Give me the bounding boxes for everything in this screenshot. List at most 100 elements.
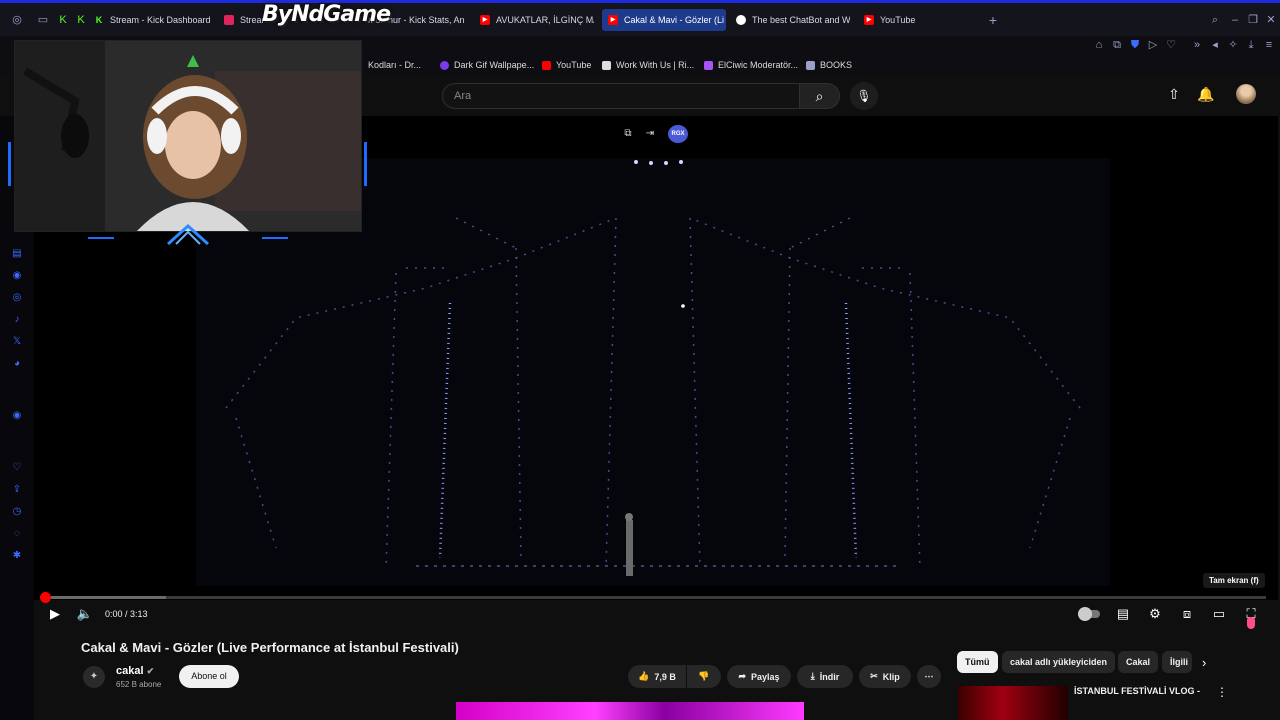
clip-label: Klip bbox=[882, 671, 900, 682]
kick-pinned-icon-2[interactable]: K bbox=[74, 13, 88, 27]
subscriber-count: 652 B abone bbox=[116, 680, 162, 689]
search-input[interactable]: Ara bbox=[442, 83, 800, 109]
more-actions-button[interactable]: ⋯ bbox=[917, 665, 941, 688]
tab-cakal-mavi[interactable]: ▶ Cakal & Mavi - Gözler (Li bbox=[602, 9, 726, 31]
extensions-icon[interactable]: ✧ bbox=[1226, 38, 1240, 52]
bookmark-dark-gif[interactable]: Dark Gif Wallpape... bbox=[440, 60, 534, 70]
bookmark-icon[interactable]: ⌂ bbox=[1092, 38, 1106, 52]
verified-icon: ✔ bbox=[146, 666, 155, 676]
bookmark-label: Kodları - Dr... bbox=[368, 60, 422, 70]
moderator-icon bbox=[704, 60, 713, 70]
miniplayer-button[interactable]: ⧈ bbox=[1178, 606, 1196, 622]
play-button[interactable]: ▶ bbox=[46, 606, 64, 622]
autoplay-knob bbox=[1078, 607, 1092, 621]
tab-chatbot[interactable]: The best ChatBot and W bbox=[736, 9, 850, 31]
bookmark-label: ElCiwic Moderatör... bbox=[718, 60, 799, 70]
dislike-button[interactable]: 👎 bbox=[687, 665, 721, 688]
kick-icon: K bbox=[95, 15, 103, 25]
search-button[interactable]: ⌕ bbox=[800, 83, 840, 109]
frame-accent-left bbox=[8, 142, 11, 186]
more-vertical-icon[interactable]: ⋮ bbox=[1216, 685, 1228, 699]
enter-overlay-icon[interactable]: ⇥ bbox=[642, 126, 658, 142]
minimize-icon[interactable]: – bbox=[1228, 13, 1242, 27]
bookmark-elciwic[interactable]: ElCiwic Moderatör... bbox=[704, 60, 798, 70]
share-label: Paylaş bbox=[751, 671, 780, 682]
share-icon: ⇪ bbox=[12, 484, 22, 495]
workspace-icon[interactable]: ▭ bbox=[36, 13, 50, 27]
tab-label: Stream bbox=[240, 15, 264, 25]
bookmark-work-with-us[interactable]: Work With Us | Ri... bbox=[602, 60, 694, 70]
bookmark-youtube[interactable]: YouTube bbox=[542, 60, 591, 70]
bookmark-books[interactable]: BOOKS bbox=[806, 60, 852, 70]
clip-button[interactable]: ✂ Klip bbox=[859, 665, 911, 688]
chip-related[interactable]: İlgili bbox=[1162, 651, 1192, 673]
subtitles-button[interactable]: ▤ bbox=[1114, 606, 1132, 622]
share-button[interactable]: ➦ Paylaş bbox=[727, 665, 791, 688]
rgx-badge[interactable]: RGX bbox=[668, 125, 688, 143]
recommended-thumbnail[interactable] bbox=[958, 686, 1068, 720]
tab-youtube[interactable]: ▶ YouTube bbox=[864, 9, 924, 31]
close-icon[interactable]: ✕ bbox=[1264, 13, 1278, 27]
progress-scrubber[interactable] bbox=[40, 592, 51, 603]
video-title: Cakal & Mavi - Gözler (Live Performance … bbox=[81, 640, 459, 655]
youtube-icon: ▶ bbox=[480, 15, 490, 25]
chip-all[interactable]: Tümü bbox=[957, 651, 998, 673]
screenshot-icon[interactable]: ⧉ bbox=[1110, 38, 1124, 52]
download-icon[interactable]: ⤓ bbox=[1244, 38, 1258, 52]
autoplay-toggle[interactable] bbox=[1078, 606, 1100, 622]
webcam-overlay bbox=[14, 40, 362, 232]
bookmark-kodlari[interactable]: Kodları - Dr... bbox=[368, 60, 421, 70]
chat-icon: ◌ bbox=[14, 528, 20, 539]
voice-search-button[interactable]: 🎙 bbox=[850, 82, 878, 110]
volume-button[interactable]: 🔈 bbox=[76, 606, 94, 622]
chip-cakal[interactable]: Cakal bbox=[1118, 651, 1159, 673]
maximize-icon[interactable]: ❐ bbox=[1246, 13, 1260, 27]
webcam-frame-decoration bbox=[88, 223, 288, 246]
notifications-bell-icon[interactable]: 🔔 bbox=[1196, 86, 1216, 103]
tab-avukatlar[interactable]: ▶ AVUKATLAR, İLGİNÇ MA bbox=[480, 9, 594, 31]
kick-pinned-icon[interactable]: K bbox=[56, 13, 70, 27]
like-button[interactable]: 👍 7,9 B bbox=[628, 665, 686, 688]
menu-icon[interactable]: ≡ bbox=[1262, 38, 1276, 52]
tab-stream[interactable]: Stream bbox=[224, 9, 264, 31]
volume-icon: 🔈 bbox=[76, 606, 94, 621]
search-tabs-icon[interactable]: ⌕ bbox=[1208, 13, 1222, 27]
books-icon bbox=[806, 60, 815, 70]
forward-icon[interactable]: » bbox=[1190, 38, 1204, 52]
avatar[interactable] bbox=[1236, 84, 1256, 104]
like-count: 7,9 B bbox=[654, 671, 676, 682]
chatbot-icon bbox=[736, 15, 746, 25]
volume-extension-icon[interactable]: ◂ bbox=[1208, 38, 1222, 52]
recommended-video-title[interactable]: İSTANBUL FESTİVALİ VLOG - bbox=[1074, 686, 1200, 696]
subscribe-button[interactable]: Abone ol bbox=[179, 665, 239, 688]
twitch-icon: ▤ bbox=[12, 248, 22, 259]
play-extension-icon[interactable]: ▷ bbox=[1146, 38, 1160, 52]
tiktok-icon: ♪ bbox=[14, 314, 20, 325]
tab-kick-dashboard[interactable]: K Stream - Kick Dashboard bbox=[94, 9, 216, 31]
upload-icon[interactable]: ⇧ bbox=[1164, 86, 1184, 103]
settings-icon: ✱ bbox=[12, 550, 22, 561]
copy-overlay-icon[interactable]: ⧉ bbox=[620, 126, 636, 142]
bookmark-label: Work With Us | Ri... bbox=[616, 60, 695, 70]
x-icon: 𝕏 bbox=[12, 336, 22, 347]
tab-label: YouTube bbox=[880, 15, 916, 25]
chevron-right-icon[interactable]: › bbox=[1202, 655, 1206, 670]
chip-from-uploader[interactable]: cakal adlı yükleyiciden bbox=[1002, 651, 1116, 673]
settings-button[interactable]: ⚙ bbox=[1146, 606, 1164, 622]
new-tab-button[interactable]: + bbox=[986, 13, 1000, 27]
stream-icon bbox=[224, 15, 234, 25]
browser-menu-icon[interactable]: ◎ bbox=[10, 13, 24, 27]
progress-bar[interactable] bbox=[40, 592, 1266, 603]
microphone-icon: 🎙 bbox=[856, 89, 872, 103]
theater-icon: ▭ bbox=[1212, 606, 1226, 621]
channel-avatar[interactable]: ✦ bbox=[83, 666, 105, 688]
channel-name[interactable]: cakal ✔ bbox=[116, 665, 154, 677]
tab-label: Cakal & Mavi - Gözler (Li bbox=[624, 15, 725, 25]
search-icon: ⌕ bbox=[815, 88, 824, 104]
shield-icon[interactable]: ⛊ bbox=[1128, 38, 1142, 52]
time-display: 0:00 / 3:13 bbox=[105, 609, 148, 619]
bookmark-label: YouTube bbox=[556, 60, 592, 70]
theater-mode-button[interactable]: ▭ bbox=[1210, 606, 1228, 622]
heart-icon[interactable]: ♡ bbox=[1164, 38, 1178, 52]
download-button[interactable]: ⤓ İndir bbox=[797, 665, 853, 688]
